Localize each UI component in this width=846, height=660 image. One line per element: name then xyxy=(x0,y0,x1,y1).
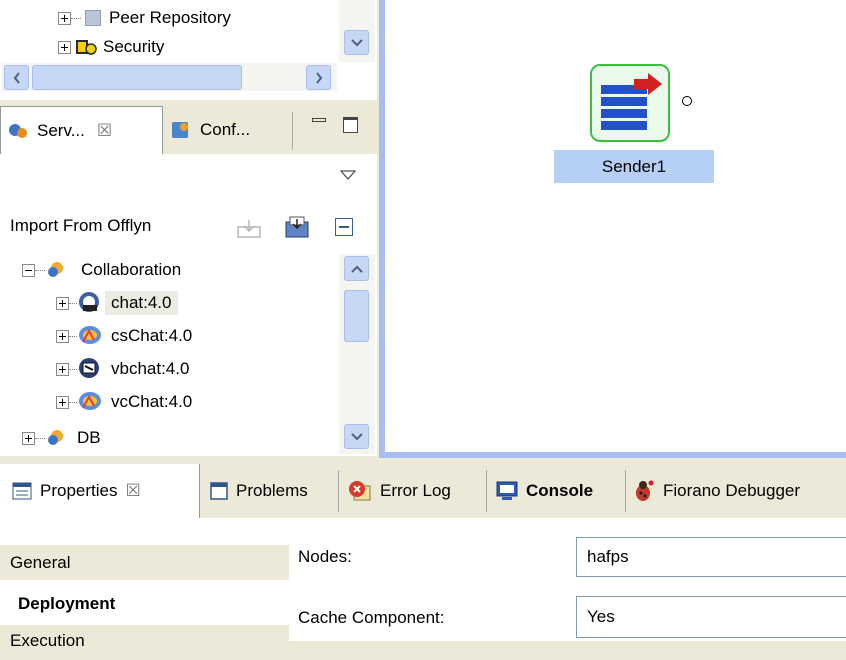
output-port-icon[interactable] xyxy=(682,96,692,106)
sender-icon xyxy=(601,73,662,130)
tree-connector xyxy=(69,335,77,337)
tree-group-label: Collaboration xyxy=(81,260,182,279)
error-log-icon xyxy=(349,481,371,501)
import-icon[interactable] xyxy=(236,219,262,244)
chat-icon xyxy=(77,291,103,315)
component-label[interactable]: Sender1 xyxy=(554,150,714,183)
export-icon[interactable] xyxy=(283,214,311,245)
view-menu-icon[interactable] xyxy=(339,166,357,186)
repository-icon xyxy=(85,10,101,26)
tree-item-peer-repository[interactable]: Peer Repository xyxy=(58,2,231,34)
tree-item-chat[interactable]: chat:4.0 xyxy=(56,287,178,319)
problems-icon xyxy=(210,482,228,500)
tab-problems[interactable]: Problems xyxy=(210,464,308,518)
tree-connector xyxy=(69,368,77,370)
expand-toggle-icon[interactable] xyxy=(56,362,69,376)
tab-fiorano-debugger[interactable]: Fiorano Debugger xyxy=(633,464,800,518)
tab-label: Conf... xyxy=(200,120,251,139)
collapse-all-icon[interactable] xyxy=(335,218,353,236)
tab-divider xyxy=(338,470,339,512)
tree-item-label: vcChat:4.0 xyxy=(111,392,193,411)
properties-icon xyxy=(12,482,32,500)
tab-divider xyxy=(625,470,626,512)
close-icon[interactable]: ☒ xyxy=(97,121,112,141)
tree-connector xyxy=(71,17,81,19)
chevron-up-icon xyxy=(350,265,363,273)
tree-connector xyxy=(35,269,45,271)
configuration-icon xyxy=(170,120,192,140)
chevron-left-icon xyxy=(13,71,20,84)
scroll-right-button[interactable] xyxy=(306,65,331,90)
nodes-label: Nodes: xyxy=(298,547,352,566)
tab-error-log[interactable]: Error Log xyxy=(348,464,451,518)
section-execution[interactable]: Execution xyxy=(0,625,289,660)
scroll-down-button[interactable] xyxy=(344,30,369,55)
tree-item-label: vbchat:4.0 xyxy=(111,359,190,378)
vcchat-icon xyxy=(77,390,103,414)
tab-divider xyxy=(292,112,293,150)
console-icon xyxy=(496,481,518,500)
group-icon xyxy=(45,428,67,448)
tab-divider xyxy=(486,470,487,512)
chevron-down-icon xyxy=(350,38,363,46)
cache-component-label: Cache Component: xyxy=(298,608,445,627)
tab-label: Serv... xyxy=(37,120,85,140)
expand-toggle-icon[interactable] xyxy=(56,296,69,310)
tree-group-label: DB xyxy=(77,428,101,447)
debugger-bug-icon xyxy=(636,480,654,501)
expand-toggle-icon[interactable] xyxy=(22,431,35,445)
expand-toggle-icon[interactable] xyxy=(56,395,69,409)
tree-item-label: Peer Repository xyxy=(109,8,231,27)
scroll-thumb[interactable] xyxy=(32,65,242,90)
tab-console[interactable]: Console xyxy=(496,464,593,518)
tree-connector xyxy=(69,302,77,304)
tab-services[interactable]: Serv... ☒ xyxy=(0,106,163,154)
tree-item-label: Security xyxy=(103,37,165,56)
tab-label: Error Log xyxy=(380,481,451,500)
maximize-icon[interactable] xyxy=(343,117,358,133)
security-icon xyxy=(75,38,97,56)
group-icon xyxy=(45,260,67,280)
import-label: Import From Offlyn xyxy=(10,216,152,235)
tab-label: Console xyxy=(526,481,594,500)
tab-label: Properties xyxy=(40,481,118,500)
tree-connector xyxy=(35,437,45,439)
tree-item-cschat[interactable]: csChat:4.0 xyxy=(56,320,192,352)
tree-group-collaboration[interactable]: Collaboration xyxy=(22,254,181,286)
tree-item-vcchat[interactable]: vcChat:4.0 xyxy=(56,386,192,418)
tab-label: Fiorano Debugger xyxy=(663,481,801,500)
tab-configuration[interactable]: Conf... xyxy=(170,110,250,150)
expand-toggle-icon[interactable] xyxy=(56,329,69,343)
tree-item-vbchat[interactable]: vbchat:4.0 xyxy=(56,353,189,385)
scroll-left-button[interactable] xyxy=(4,65,29,90)
chevron-right-icon xyxy=(315,71,322,84)
cschat-icon xyxy=(77,324,103,348)
chevron-down-icon xyxy=(350,432,363,440)
scroll-up-button[interactable] xyxy=(344,256,369,281)
tree-group-db[interactable]: DB xyxy=(22,422,101,454)
vbchat-icon xyxy=(77,357,103,381)
sender-component-icon[interactable] xyxy=(590,64,670,142)
nodes-field[interactable]: hafps xyxy=(576,537,846,577)
scroll-thumb[interactable] xyxy=(344,290,369,342)
expand-toggle-icon[interactable] xyxy=(58,40,71,54)
tree-item-label: csChat:4.0 xyxy=(111,326,193,345)
section-deployment[interactable]: Deployment xyxy=(0,586,289,621)
expand-toggle-icon[interactable] xyxy=(58,11,71,25)
collapse-toggle-icon[interactable] xyxy=(22,263,35,277)
tree-connector xyxy=(69,401,77,403)
tab-properties[interactable]: Properties ☒ xyxy=(0,464,200,518)
close-icon[interactable]: ☒ xyxy=(125,481,140,501)
tree-item-label: chat:4.0 xyxy=(105,291,178,315)
cache-component-field[interactable]: Yes xyxy=(576,596,846,638)
minimize-icon[interactable] xyxy=(312,118,326,122)
scroll-down-button[interactable] xyxy=(344,424,369,449)
services-icon xyxy=(7,121,29,141)
tab-label: Problems xyxy=(236,481,308,500)
tree-item-security[interactable]: Security xyxy=(58,34,164,60)
section-general[interactable]: General xyxy=(0,545,289,580)
